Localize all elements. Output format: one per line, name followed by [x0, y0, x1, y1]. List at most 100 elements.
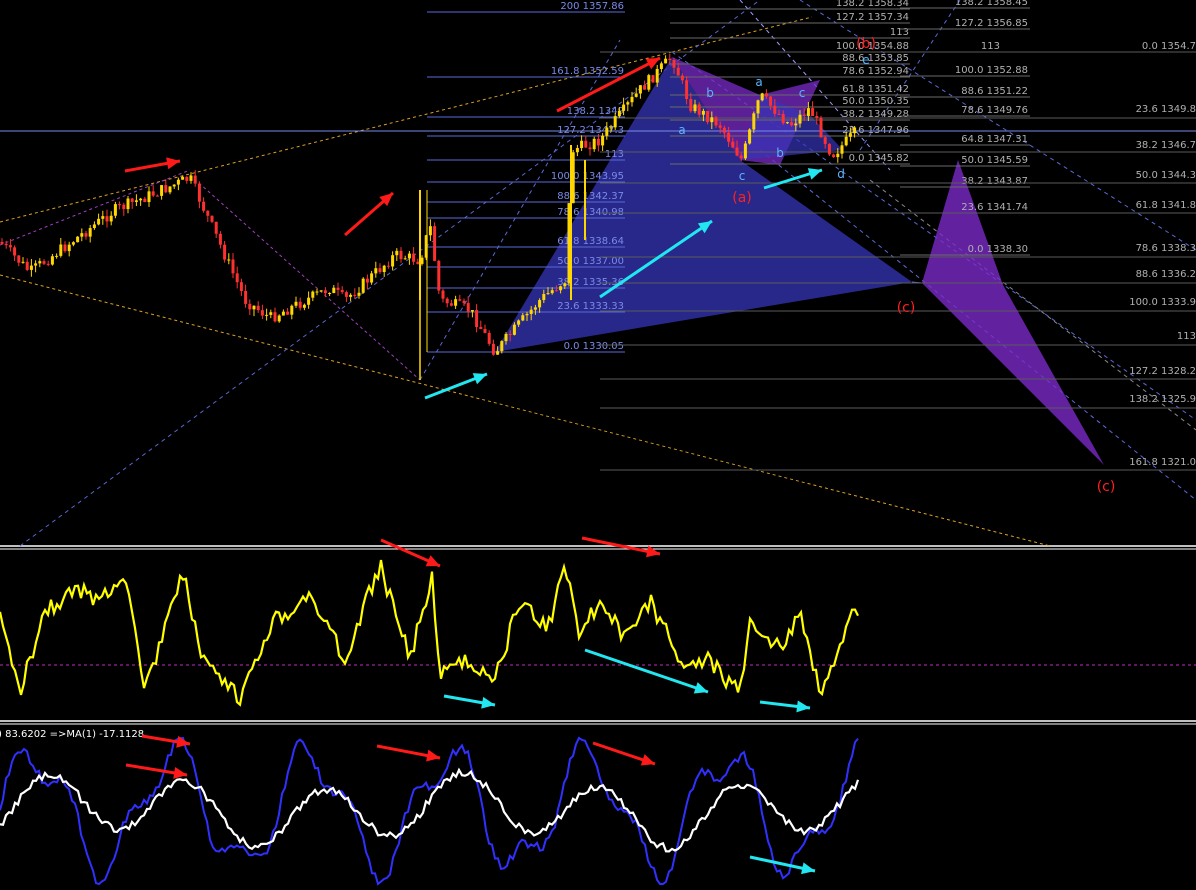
candle-body	[214, 221, 218, 234]
fib-level-label: 200 1357.86	[560, 1, 624, 12]
candle	[84, 230, 88, 240]
wave-label: a	[678, 123, 685, 137]
candle-body	[139, 198, 143, 201]
candle-body	[42, 261, 46, 264]
candle-body	[521, 315, 525, 321]
candle	[588, 141, 592, 156]
candle-body	[798, 114, 802, 124]
candle-body	[281, 311, 285, 316]
candle-body	[67, 244, 71, 252]
candle-body	[542, 294, 546, 301]
candle-body	[227, 259, 231, 261]
candle-body	[533, 307, 537, 310]
candle	[202, 197, 206, 213]
divergence-arrow-red	[581, 536, 661, 558]
candle	[819, 115, 823, 138]
candle-body	[605, 127, 609, 136]
fib4-level-label: 161.8 1321.0	[1129, 457, 1196, 468]
chart-svg: 200 1357.86161.8 1352.59138.2 1349127.2 …	[0, 0, 1196, 886]
candle	[382, 264, 386, 277]
wave-label: c	[739, 169, 746, 183]
candle-body	[239, 282, 243, 292]
fib-level-label: 50.0 1337.00	[557, 256, 624, 267]
candle-body	[88, 228, 92, 237]
oscillator-1-line	[0, 559, 859, 707]
candle-body	[748, 129, 752, 144]
candle	[281, 309, 285, 316]
candle	[584, 135, 588, 149]
candle-body	[722, 127, 726, 133]
candle-body	[580, 140, 584, 149]
candle-body	[113, 204, 117, 216]
candle-body	[101, 216, 105, 219]
candle-body	[416, 261, 420, 264]
candle-body	[630, 96, 634, 103]
candle-body	[466, 303, 470, 312]
candle	[55, 253, 59, 259]
candle-body	[407, 253, 411, 259]
candle	[601, 133, 605, 151]
candle	[218, 231, 222, 249]
candle-body	[298, 301, 302, 308]
candle-body	[647, 75, 651, 90]
candle-body	[815, 116, 819, 118]
candle	[336, 282, 340, 296]
fib-level-label: 23.6 1333.33	[557, 301, 624, 312]
candle-body	[483, 328, 487, 333]
candle-body	[664, 58, 668, 64]
candle-body	[34, 263, 38, 266]
fib2-level-label: 61.8 1351.42	[842, 84, 909, 95]
candle-body	[735, 147, 739, 156]
candle-body	[840, 145, 844, 154]
candle	[113, 201, 117, 219]
fib3-level-label: 88.6 1351.22	[961, 86, 1028, 97]
candle	[97, 213, 101, 226]
candle	[223, 241, 227, 263]
candle-body	[529, 309, 533, 314]
candle	[92, 221, 96, 230]
candle-body	[601, 135, 605, 146]
candle-body	[714, 117, 718, 126]
candle-body	[29, 265, 33, 270]
candle-body	[441, 290, 445, 299]
divergence-arrow-red	[380, 538, 441, 568]
fib3-level-label: 138.2 1358.45	[955, 0, 1028, 8]
candle-body	[223, 244, 227, 260]
wave-label: c	[799, 86, 806, 100]
candle-body	[273, 312, 277, 322]
candle-body	[302, 304, 306, 308]
candle-body	[378, 268, 382, 272]
candle-body	[508, 333, 512, 335]
candle	[470, 310, 474, 318]
wave-label: b	[776, 146, 784, 160]
candle	[307, 291, 311, 309]
candle	[67, 241, 71, 257]
fib3-level-label: 50.0 1345.59	[961, 155, 1028, 166]
candle	[811, 101, 815, 117]
candle-body	[458, 299, 462, 301]
candle	[580, 135, 584, 152]
candle-body	[731, 141, 735, 148]
candle	[479, 320, 483, 330]
candle-body	[164, 185, 168, 193]
fib4-level-label: 138.2 1325.9	[1129, 394, 1196, 405]
candle	[462, 298, 466, 307]
fib3-level-label: 0.0 1338.30	[968, 244, 1028, 255]
candle-body	[46, 263, 50, 265]
candle-body	[92, 224, 96, 229]
candle-body	[63, 244, 67, 252]
candle	[659, 61, 663, 73]
candle	[118, 201, 122, 210]
candle-body	[197, 183, 201, 202]
candle-body	[126, 198, 130, 210]
divergence-arrow-red-head	[646, 545, 660, 558]
candle-body	[462, 300, 466, 304]
candle-body	[260, 310, 264, 316]
divergence-arrow-red-head	[173, 766, 187, 779]
candle-body	[689, 99, 693, 112]
divergence-arrow-cyan	[584, 648, 709, 694]
candle	[38, 258, 42, 268]
fib-level-label: 0.0 1330.05	[564, 341, 624, 352]
candle-body	[365, 278, 369, 283]
candle-body	[727, 132, 731, 142]
